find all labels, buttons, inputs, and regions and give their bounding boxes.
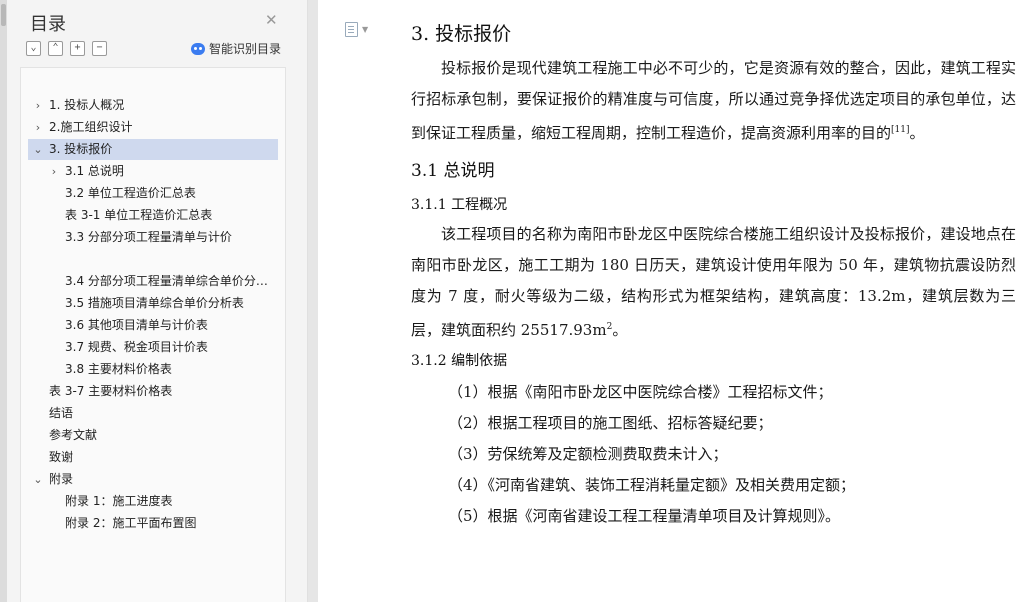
toc-item[interactable]: 3.4 分部分项工程量清单综合单价分析表 bbox=[21, 271, 285, 292]
intro-paragraph: 投标报价是现代建筑工程施工中必不可少的，它是资源有效的整合，因此，建筑工程实行招… bbox=[411, 53, 1016, 149]
toc-item-label: 附录 2：施工平面布置图 bbox=[65, 516, 197, 530]
close-icon[interactable]: ✕ bbox=[265, 11, 278, 29]
toc-item-label: 附录 1：施工进度表 bbox=[65, 494, 173, 508]
toc-item[interactable]: 3.7 规费、税金项目计价表 bbox=[21, 337, 285, 358]
ai-assistant-icon bbox=[191, 42, 205, 55]
document-icon bbox=[345, 22, 358, 37]
toc-item-label: 表 3-1 单位工程造价汇总表 bbox=[65, 208, 213, 222]
add-heading-icon[interactable]: + bbox=[70, 41, 85, 56]
chevron-down-icon[interactable]: ⌄ bbox=[33, 139, 43, 160]
left-edge-strip bbox=[0, 0, 7, 602]
basis-list-item: （3）劳保统筹及定额检测费取费未计入； bbox=[448, 445, 728, 463]
intro-text: 投标报价是现代建筑工程施工中必不可少的，它是资源有效的整合，因此，建筑工程实行招… bbox=[411, 59, 1016, 142]
chevron-down-icon[interactable]: ⌄ bbox=[33, 469, 43, 490]
chevron-right-icon[interactable]: › bbox=[33, 117, 43, 138]
toc-item[interactable]: 3.5 措施项目清单综合单价分析表 bbox=[21, 293, 285, 314]
toc-item[interactable]: › 1. 投标人概况 bbox=[21, 95, 285, 116]
toc-item-label: 3.3 分部分项工程量清单与计价 bbox=[65, 230, 232, 244]
basis-list-item: （2）根据工程项目的施工图纸、招标答疑纪要； bbox=[448, 414, 773, 432]
basis-list-item: （5）根据《河南省建设工程工程量清单项目及计算规则》。 bbox=[448, 507, 841, 525]
toc-item[interactable]: 参考文献 bbox=[21, 425, 285, 446]
intro-end: 。 bbox=[909, 124, 925, 142]
toc-item-label: 3.1 总说明 bbox=[65, 164, 124, 178]
toc-item[interactable]: 附录 1：施工进度表 bbox=[21, 491, 285, 512]
toc-item-label: 3.5 措施项目清单综合单价分析表 bbox=[65, 296, 244, 310]
toc-item[interactable]: 3.8 主要材料价格表 bbox=[21, 359, 285, 380]
toc-item[interactable]: › 2.施工组织设计 bbox=[21, 117, 285, 138]
caret-down-icon: ▼ bbox=[362, 25, 369, 34]
basis-list-item: （1）根据《南阳市卧龙区中医院综合楼》工程招标文件； bbox=[448, 383, 833, 401]
toc-item[interactable]: 3.6 其他项目清单与计价表 bbox=[21, 315, 285, 336]
toc-item-label: 3. 投标报价 bbox=[49, 142, 113, 156]
expand-all-icon[interactable]: ⌄ bbox=[26, 41, 41, 56]
heading-general-description: 3.1 总说明 bbox=[411, 161, 495, 181]
heading-bidding-price: 3. 投标报价 bbox=[411, 23, 512, 45]
toc-item-label: 致谢 bbox=[49, 450, 74, 464]
edge-scroll-thumb[interactable] bbox=[1, 4, 6, 26]
collapse-all-icon[interactable]: ⌃ bbox=[48, 41, 63, 56]
toc-item-label: 3.4 分部分项工程量清单综合单价分析表 bbox=[65, 274, 275, 288]
toc-item[interactable]: 致谢 bbox=[21, 447, 285, 468]
citation-ref[interactable]: [11] bbox=[891, 125, 909, 135]
overview-text: 该工程项目的名称为南阳市卧龙区中医院综合楼施工组织设计及投标报价，建设地点在南阳… bbox=[411, 225, 1016, 339]
remove-heading-icon[interactable]: − bbox=[92, 41, 107, 56]
toc-item-label: 3.2 单位工程造价汇总表 bbox=[65, 186, 196, 200]
heading-compilation-basis: 3.1.2 编制依据 bbox=[411, 353, 508, 369]
toc-item-label: 结语 bbox=[49, 406, 74, 420]
smart-recognize-label: 智能识别目录 bbox=[209, 42, 282, 56]
toc-item[interactable]: 表 3-7 主要材料价格表 bbox=[21, 381, 285, 402]
toc-toolbar: ⌄ ⌃ + − bbox=[26, 41, 107, 56]
toc-item[interactable]: ⌄ 附录 bbox=[21, 469, 285, 490]
toc-item-label: 3.8 主要材料价格表 bbox=[65, 362, 172, 376]
document-menu-button[interactable]: ▼ bbox=[345, 22, 368, 37]
toc-item-label: 表 3-7 主要材料价格表 bbox=[49, 384, 173, 398]
toc-item-label: 附录 bbox=[49, 472, 74, 486]
document-area: ▼ 3. 投标报价 投标报价是现代建筑工程施工中必不可少的，它是资源有效的整合，… bbox=[308, 0, 1036, 602]
toc-panel: 目录 ✕ ⌄ ⌃ + − 智能识别目录 › 1. 投标人概况 › 2.施工组织设… bbox=[7, 0, 308, 602]
overview-paragraph: 该工程项目的名称为南阳市卧龙区中医院综合楼施工组织设计及投标报价，建设地点在南阳… bbox=[411, 219, 1016, 346]
toc-item[interactable]: 附录 2：施工平面布置图 bbox=[21, 513, 285, 534]
document-page[interactable]: ▼ 3. 投标报价 投标报价是现代建筑工程施工中必不可少的，它是资源有效的整合，… bbox=[318, 0, 1036, 602]
toc-item-label: 3.7 规费、税金项目计价表 bbox=[65, 340, 208, 354]
toc-item-selected[interactable]: ⌄ 3. 投标报价 bbox=[28, 139, 278, 160]
smart-recognize-toc-button[interactable]: 智能识别目录 bbox=[191, 40, 281, 57]
toc-item[interactable]: › 3.1 总说明 bbox=[21, 161, 285, 182]
chevron-right-icon[interactable]: › bbox=[49, 161, 59, 182]
toc-item[interactable]: 3.2 单位工程造价汇总表 bbox=[21, 183, 285, 204]
toc-item-label: 2.施工组织设计 bbox=[49, 120, 133, 134]
toc-item-label: 3.6 其他项目清单与计价表 bbox=[65, 318, 208, 332]
toc-title: 目录 bbox=[30, 14, 66, 35]
toc-item[interactable]: 3.3 分部分项工程量清单与计价 bbox=[21, 227, 285, 248]
toc-item[interactable]: 结语 bbox=[21, 403, 285, 424]
heading-project-overview: 3.1.1 工程概况 bbox=[411, 197, 508, 213]
overview-end: 。 bbox=[612, 321, 628, 339]
toc-list: › 1. 投标人概况 › 2.施工组织设计 ⌄ 3. 投标报价 › 3.1 总说… bbox=[20, 67, 286, 602]
basis-list-item: （4）《河南省建筑、装饰工程消耗量定额》及相关费用定额； bbox=[448, 476, 856, 494]
toc-item[interactable]: 表 3-1 单位工程造价汇总表 bbox=[21, 205, 285, 226]
chevron-right-icon[interactable]: › bbox=[33, 95, 43, 116]
toc-item-label: 1. 投标人概况 bbox=[49, 98, 125, 112]
toc-item-label: 参考文献 bbox=[49, 428, 98, 442]
